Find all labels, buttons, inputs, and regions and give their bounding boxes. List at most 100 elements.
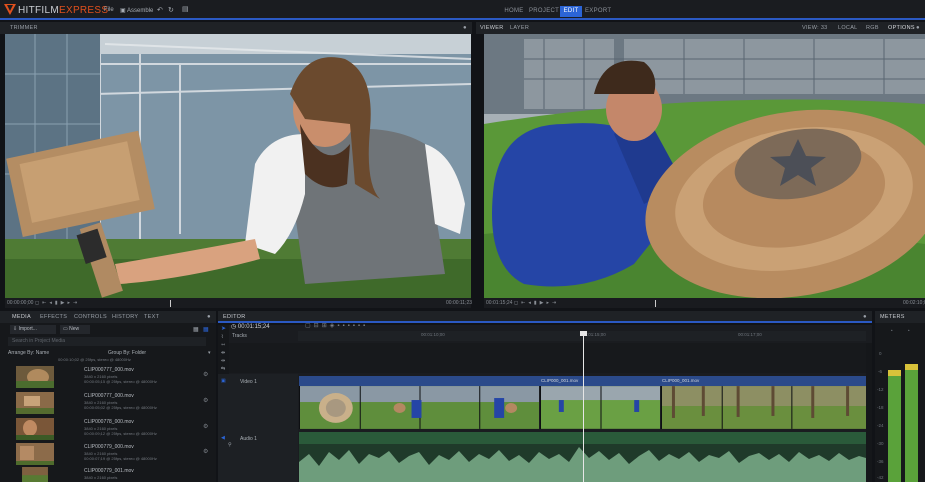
tab-home[interactable]: HOME: [502, 6, 526, 17]
editor-timecode-value: 00:01:15;24: [237, 324, 270, 330]
clip-resolution: 3840 x 2160 pixels: [84, 475, 118, 480]
list-item[interactable]: CLIP000777_000.mov 3840 x 2160 pixels 00:…: [14, 366, 214, 388]
trimmer-preview[interactable]: [5, 34, 471, 298]
list-item[interactable]: CLIP000778_000.mov 3840 x 2160 pixels 00:…: [14, 418, 214, 440]
clip-name: CLIP000777_000.mov: [84, 367, 134, 373]
rgb-select[interactable]: RGB: [866, 22, 879, 34]
app-brand: HITFILMEXPRESS: [18, 5, 108, 16]
viewer-transport-buttons[interactable]: ◻⇤◂▮▶▸⇥: [514, 298, 559, 308]
viewer-preview[interactable]: [484, 34, 925, 298]
brand-edition: EXPRESS: [59, 5, 109, 16]
timeline-playhead[interactable]: [583, 331, 584, 482]
video-clip[interactable]: [661, 386, 866, 429]
gear-icon[interactable]: ⚙: [203, 397, 208, 404]
tab-edit[interactable]: EDIT: [560, 6, 582, 17]
trimmer-timecode-right: 00:00:11;23: [446, 300, 473, 306]
trimmer-controls: 00:00:00;00 ◻⇤◂▮▶▸⇥ 00:00:11;23: [5, 298, 473, 308]
tab-layer[interactable]: LAYER: [510, 22, 529, 34]
clip-details: 3840 x 2160 pixels 00:00:05;02 @ 25fps, s…: [84, 400, 157, 410]
tab-effects[interactable]: EFFECTS: [40, 311, 67, 323]
clip-thumbnail: [16, 392, 54, 414]
tracks-label: Tracks: [232, 333, 247, 339]
hitfilm-logo-icon: [4, 4, 16, 15]
clip-thumbnail: [16, 366, 54, 388]
video-track-icon[interactable]: ▣: [221, 378, 226, 384]
panel-menu-icon[interactable]: ●: [463, 22, 467, 34]
tab-controls[interactable]: CONTROLS: [74, 311, 107, 323]
meter-right-channel: [905, 364, 918, 482]
ruler-tick-label: 00:01:17;00: [738, 332, 762, 337]
assemble-menu[interactable]: ▣ Assemble: [120, 7, 153, 14]
media-search-input[interactable]: Search in Project Media: [8, 337, 206, 346]
tab-history[interactable]: HISTORY: [112, 311, 138, 323]
sort-icon[interactable]: ▾: [208, 350, 211, 356]
meters-panel: 0 -6 -12 -18 -24 -30 -36 -42 • •: [875, 323, 925, 482]
meter-peak-right: •: [908, 328, 910, 333]
panel-menu-icon[interactable]: ●: [916, 22, 920, 34]
arrange-by-select[interactable]: Arrange By: Name: [8, 350, 49, 356]
clip-info: 00:00:07;19 @ 25fps, stereo @ 48000Hz: [84, 456, 157, 461]
gear-icon[interactable]: ⚙: [203, 371, 208, 378]
trimmer-transport-buttons[interactable]: ◻⇤◂▮▶▸⇥: [35, 298, 80, 308]
tab-export[interactable]: EXPORT: [585, 6, 611, 17]
slice-tool-icon[interactable]: ⌇: [221, 334, 223, 340]
meter-scale-label: -18: [877, 405, 884, 410]
assemble-label: Assemble: [127, 8, 154, 14]
panel-menu-icon[interactable]: ●: [207, 311, 211, 323]
gear-icon[interactable]: ⚙: [203, 448, 208, 455]
gear-icon[interactable]: ⚙: [203, 423, 208, 430]
editor-vertical-scrollbar[interactable]: [866, 343, 872, 482]
clip-label: CLIP000_001.mov: [541, 378, 579, 383]
clip-details: 3840 x 2160 pixels 00:00:09;12 @ 25fps, s…: [84, 426, 157, 436]
tab-text[interactable]: TEXT: [144, 311, 159, 323]
meter-peak-left: •: [891, 328, 893, 333]
list-item[interactable]: CLIP000777_000.mov 3840 x 2160 pixels 00:…: [14, 392, 214, 414]
meter-scale-label: -36: [877, 459, 884, 464]
speaker-icon[interactable]: ◀: [221, 435, 225, 441]
new-button[interactable]: ▭ New: [60, 325, 90, 334]
import-button[interactable]: ⇩ Import...: [10, 325, 56, 334]
clip-label: CLIP000_001.mov: [662, 378, 700, 383]
viewer-playhead[interactable]: [655, 300, 656, 307]
file-menu[interactable]: File: [104, 7, 114, 13]
audio-link-icon[interactable]: ⚲: [228, 442, 232, 448]
viewer-timecode-left: 00:01:15;24: [486, 300, 513, 306]
undo-icon[interactable]: ↶: [157, 6, 163, 14]
grid-view-icon[interactable]: ▦: [203, 326, 209, 333]
tab-viewer[interactable]: VIEWER: [480, 22, 504, 34]
video-track-header: ▣ Video 1: [218, 374, 298, 432]
video-clip[interactable]: [540, 386, 660, 429]
meters-header: METERS: [875, 311, 925, 323]
meter-scale-label: -12: [877, 387, 884, 392]
local-select[interactable]: LOCAL: [838, 22, 858, 34]
grid-icon[interactable]: ▤: [182, 5, 189, 13]
select-tool-icon[interactable]: ➤: [221, 325, 226, 332]
tab-media[interactable]: MEDIA: [12, 311, 31, 323]
viewer-timecode-right: 00:02:10;08: [903, 300, 925, 306]
editor-tool-buttons[interactable]: ▢⊟⊞◈▪▪▪▪▪▪: [305, 322, 368, 329]
media-top-info: 00:00:10;02 @ 25fps, stereo @ 48000Hz: [58, 357, 131, 362]
redo-icon[interactable]: ↻: [168, 6, 174, 14]
viewer-frame-image: [484, 34, 925, 298]
list-item[interactable]: CLIP000779_001.mov 3840 x 2160 pixels: [14, 467, 214, 482]
meter-scale-label: -42: [877, 475, 884, 480]
panel-menu-icon[interactable]: ●: [863, 311, 867, 323]
ripple-tool-icon[interactable]: ⇹: [221, 358, 225, 364]
trimmer-playhead[interactable]: [170, 300, 171, 307]
view-zoom-select[interactable]: VIEW: 33: [802, 22, 828, 34]
options-menu[interactable]: OPTIONS: [888, 22, 915, 34]
meters-title: METERS: [880, 314, 905, 320]
trimmer-timecode-left: 00:00:00;00: [7, 300, 34, 306]
slip-tool-icon[interactable]: ⇿: [221, 342, 225, 348]
rate-tool-icon[interactable]: ⇆: [221, 366, 225, 372]
roll-tool-icon[interactable]: ⇼: [221, 350, 225, 356]
list-item[interactable]: CLIP000779_000.mov 3840 x 2160 pixels 00:…: [14, 443, 214, 465]
meter-left-channel: [888, 370, 901, 482]
list-view-icon[interactable]: ▦: [193, 326, 199, 333]
assemble-icon: ▣: [120, 8, 128, 14]
meter-scale-label: -24: [877, 423, 884, 428]
group-by-select[interactable]: Group By: Folder: [108, 350, 146, 356]
video-clip[interactable]: [299, 386, 539, 429]
tab-project[interactable]: PROJECT: [529, 6, 559, 17]
playhead-handle[interactable]: [580, 331, 587, 336]
